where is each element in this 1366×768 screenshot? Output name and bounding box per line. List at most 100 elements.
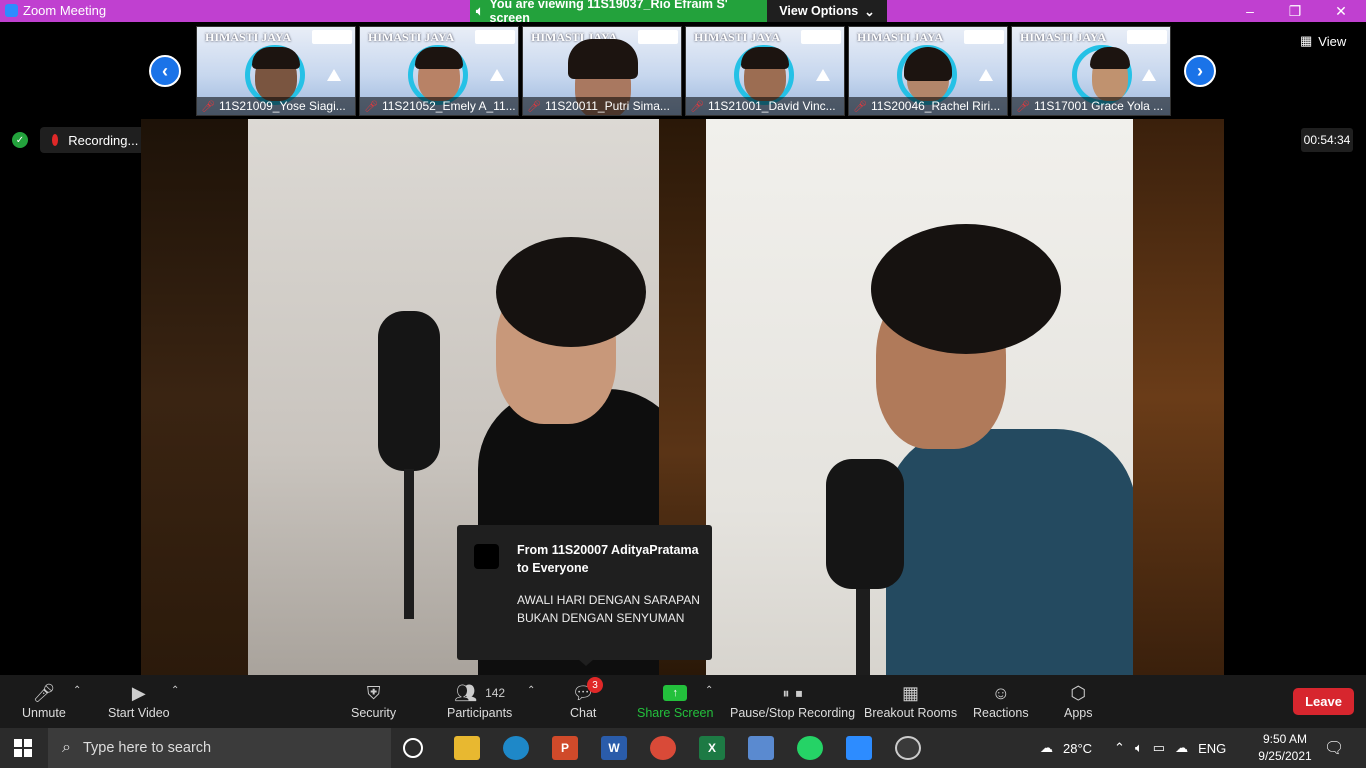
del-logo-icon bbox=[1127, 30, 1167, 44]
clock-date: 9/25/2021 bbox=[1258, 749, 1312, 763]
minimize-button[interactable]: – bbox=[1227, 0, 1273, 22]
participant-thumbnail[interactable]: HIMASTI JAYA 🎤︎ 11S17001 Grace Yola ... bbox=[1011, 26, 1171, 116]
participants-icon: 👥︎ 142 bbox=[454, 682, 506, 703]
participants-button[interactable]: 👥︎ 142 Participants bbox=[447, 680, 513, 721]
share-screen-button[interactable]: ↑ Share Screen bbox=[637, 680, 713, 720]
chrome-icon[interactable] bbox=[650, 736, 676, 760]
participants-options-caret-icon[interactable]: ⌃ bbox=[527, 685, 535, 696]
maximize-button[interactable]: ❐ bbox=[1272, 0, 1318, 22]
audio-options-caret-icon[interactable]: ⌃ bbox=[73, 685, 81, 696]
background-night-building bbox=[1133, 119, 1224, 675]
participant-name: 11S21001_David Vinc... bbox=[707, 99, 836, 113]
del-logo-icon bbox=[801, 30, 841, 44]
encryption-shield-icon[interactable]: ✓ bbox=[12, 132, 28, 148]
participant-thumbnail[interactable]: HIMASTI JAYA 🎤︎ 11S21009_Yose Siagi... bbox=[196, 26, 356, 116]
unmute-label: Unmute bbox=[22, 706, 66, 720]
chat-unread-badge: 3 bbox=[587, 677, 603, 693]
shield-icon: ⛨ bbox=[366, 682, 381, 703]
powerpoint-icon[interactable]: P bbox=[552, 736, 578, 760]
pause-stop-label: Pause/Stop Recording bbox=[730, 706, 856, 720]
singer-shirt bbox=[886, 429, 1136, 675]
notifications-icon[interactable]: 🗨︎ bbox=[1324, 738, 1344, 758]
window-title: Zoom Meeting bbox=[23, 3, 107, 18]
pause-stop-recording-button[interactable]: ⏸︎ ⏹︎ Pause/Stop Recording bbox=[730, 680, 856, 721]
next-page-button[interactable]: › bbox=[1184, 55, 1216, 87]
mic-muted-icon: 🎤︎ bbox=[32, 682, 56, 703]
participant-namebar: 🎤︎ 11S21001_David Vinc... bbox=[686, 97, 844, 115]
triangle-graphic bbox=[1142, 69, 1156, 81]
participant-thumbnail[interactable]: HIMASTI JAYA 🎤︎ 11S21052_Emely A_11... bbox=[359, 26, 519, 116]
participant-thumbnail[interactable]: HIMASTI JAYA 🎤︎ 11S20011_Putri Sima... bbox=[522, 26, 682, 116]
close-button[interactable]: ✕ bbox=[1318, 0, 1364, 22]
participant-name: 11S21009_Yose Siagi... bbox=[218, 99, 346, 113]
security-button[interactable]: ⛨ Security bbox=[351, 680, 396, 721]
share-options-caret-icon[interactable]: ⌃ bbox=[705, 685, 713, 696]
del-logo-icon bbox=[475, 30, 515, 44]
mic-muted-icon: 🎤︎ bbox=[690, 100, 704, 113]
clock-time: 9:50 AM bbox=[1262, 732, 1308, 746]
participant-hair bbox=[1090, 47, 1130, 69]
participant-name: 11S20046_Rachel Riri... bbox=[870, 99, 1001, 113]
unmute-button[interactable]: 🎤︎ Unmute bbox=[22, 680, 66, 721]
obs-icon[interactable] bbox=[895, 736, 921, 760]
participant-name: 11S20011_Putri Sima... bbox=[544, 99, 670, 113]
breakout-rooms-icon: ▦ bbox=[902, 682, 920, 703]
volume-icon[interactable]: 🔈︎ bbox=[1135, 740, 1143, 756]
thumbnail-tag: HIMASTI JAYA bbox=[694, 30, 781, 44]
mic-muted-icon: 🎤︎ bbox=[853, 100, 867, 113]
mic-stand bbox=[856, 589, 870, 675]
triangle-graphic bbox=[816, 69, 830, 81]
reactions-button[interactable]: ☺ Reactions bbox=[973, 680, 1029, 721]
taskbar-clock[interactable]: 9:50 AM 9/25/2021 bbox=[1255, 731, 1315, 765]
excel-icon[interactable]: X bbox=[699, 736, 725, 760]
battery-icon[interactable]: ▭ bbox=[1153, 740, 1165, 756]
onedrive-cloud-icon[interactable]: ☁ bbox=[1175, 740, 1188, 756]
share-screen-icon: ↑ bbox=[663, 685, 688, 701]
breakout-rooms-button[interactable]: ▦ Breakout Rooms bbox=[864, 680, 957, 721]
system-tray: ☁ 28°C ⌃ 🔈︎ ▭ ☁ ENG bbox=[1040, 728, 1226, 768]
chevron-up-icon[interactable]: ⌃ bbox=[1114, 740, 1125, 756]
del-logo-icon bbox=[964, 30, 1004, 44]
participants-label: Participants bbox=[447, 706, 513, 720]
leave-button[interactable]: Leave bbox=[1293, 688, 1354, 715]
weather-temperature[interactable]: 28°C bbox=[1063, 741, 1092, 756]
grid-icon: ▦ bbox=[1300, 33, 1313, 48]
whatsapp-icon[interactable] bbox=[797, 736, 823, 760]
participant-thumbnail[interactable]: HIMASTI JAYA 🎤︎ 11S21001_David Vinc... bbox=[685, 26, 845, 116]
start-video-label: Start Video bbox=[108, 706, 170, 720]
view-options-button[interactable]: View Options ⌄ bbox=[767, 0, 887, 22]
view-layout-button[interactable]: ▦ View bbox=[1300, 33, 1346, 49]
weather-cloud-icon[interactable]: ☁ bbox=[1040, 740, 1053, 756]
thumbnail-tag: HIMASTI JAYA bbox=[857, 30, 944, 44]
video-options-caret-icon[interactable]: ⌃ bbox=[171, 685, 179, 696]
cortana-icon[interactable] bbox=[403, 738, 423, 758]
snipping-tool-icon[interactable] bbox=[748, 736, 774, 760]
language-indicator[interactable]: ENG bbox=[1198, 741, 1226, 756]
word-icon[interactable]: W bbox=[601, 736, 627, 760]
del-logo-icon bbox=[638, 30, 678, 44]
apps-button[interactable]: ⬡ Apps bbox=[1064, 680, 1093, 721]
view-options-label: View Options bbox=[779, 4, 859, 18]
smiley-icon: ☺ bbox=[991, 682, 1010, 703]
apps-label: Apps bbox=[1064, 706, 1093, 720]
view-label: View bbox=[1318, 33, 1347, 49]
chevron-right-icon: › bbox=[1197, 60, 1203, 81]
right-video-panel bbox=[706, 119, 1136, 675]
windows-start-icon[interactable] bbox=[14, 739, 32, 757]
chat-message: AWALI HARI DENGAN SARAPAN BUKAN DENGAN S… bbox=[517, 593, 700, 625]
chat-notification[interactable]: From 11S20007 AdityaPratama to Everyone … bbox=[457, 525, 712, 660]
participant-namebar: 🎤︎ 11S21009_Yose Siagi... bbox=[197, 97, 355, 115]
pause-stop-icon: ⏸︎ ⏹︎ bbox=[782, 684, 803, 701]
file-explorer-icon[interactable] bbox=[454, 736, 480, 760]
participant-hair bbox=[252, 47, 300, 69]
zoom-icon[interactable] bbox=[846, 736, 872, 760]
taskbar-search[interactable]: ⌕ Type here to search bbox=[48, 728, 391, 768]
previous-page-button[interactable]: ‹ bbox=[149, 55, 181, 87]
triangle-graphic bbox=[327, 69, 341, 81]
edge-icon[interactable] bbox=[503, 736, 529, 760]
search-placeholder: Type here to search bbox=[82, 740, 212, 756]
participant-thumbnail[interactable]: HIMASTI JAYA 🎤︎ 11S20046_Rachel Riri... bbox=[848, 26, 1008, 116]
apps-icon: ⬡ bbox=[1070, 682, 1087, 703]
avatar bbox=[474, 544, 499, 569]
start-video-button[interactable]: ▶︎ Start Video bbox=[108, 680, 170, 721]
